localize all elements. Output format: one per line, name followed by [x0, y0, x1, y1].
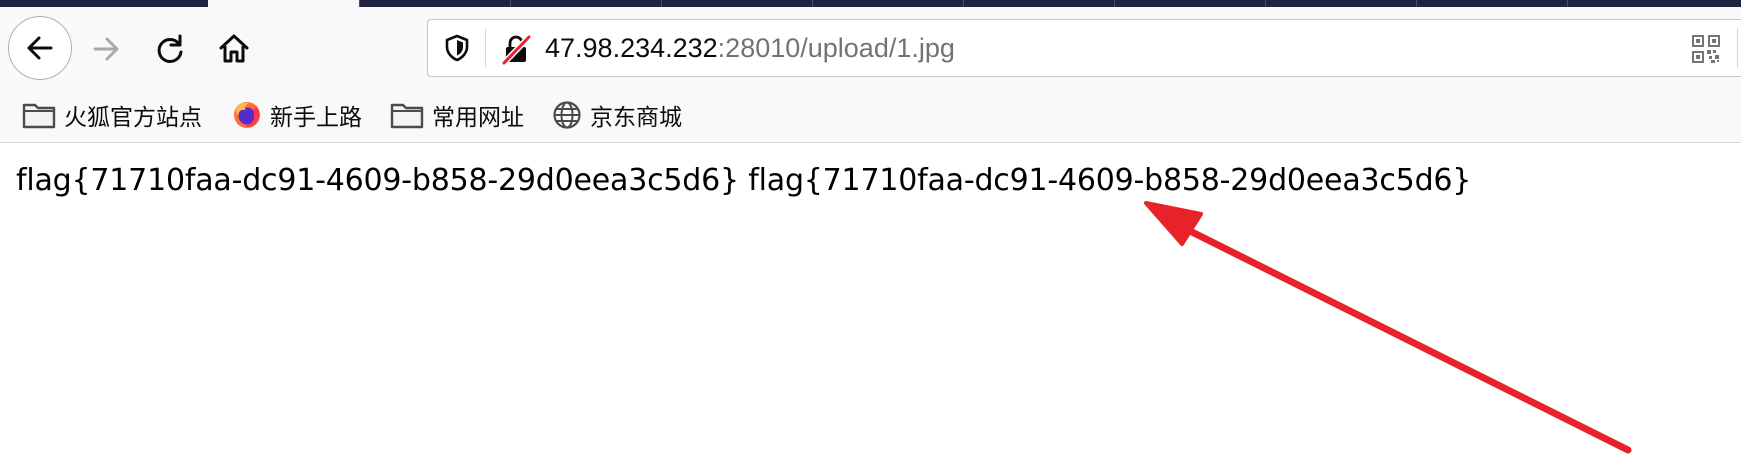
nav-toolbar: 47.98.234.232:28010/upload/1.jpg — [0, 7, 1741, 88]
url-separator — [485, 28, 486, 68]
bookmark-label: 新手上路 — [270, 105, 362, 131]
bookmark-jd-mall[interactable]: 京东商城 — [552, 98, 682, 132]
bookmark-folder-firefox-official[interactable]: 火狐官方站点 — [22, 98, 202, 132]
page-flag-text: flag{71710faa-dc91-4609-b858-29d0eea3c5d… — [16, 163, 1472, 198]
reload-button[interactable] — [150, 29, 190, 69]
tab-separator — [661, 0, 662, 7]
back-button[interactable] — [8, 16, 72, 80]
bookmark-label: 常用网址 — [432, 105, 524, 131]
tab-separator — [510, 0, 511, 7]
tab-separator — [812, 0, 813, 7]
forward-button[interactable] — [86, 29, 126, 69]
folder-icon — [390, 103, 424, 129]
bookmark-label: 火狐官方站点 — [64, 105, 202, 131]
shield-icon[interactable] — [442, 33, 472, 63]
bookmark-getting-started[interactable]: 新手上路 — [232, 98, 362, 132]
bookmark-label: 京东商城 — [590, 105, 682, 131]
arrow-right-icon — [93, 37, 119, 61]
home-button[interactable] — [214, 29, 254, 69]
insecure-lock-icon[interactable] — [500, 33, 532, 65]
reload-icon — [157, 34, 183, 63]
url-host: 47.98.234.232 — [545, 33, 718, 63]
bookmarks-toolbar: 火狐官方站点 新手上路 常用网址 京东商城 — [0, 88, 1741, 143]
url-bar[interactable]: 47.98.234.232:28010/upload/1.jpg — [427, 19, 1741, 77]
firefox-icon — [234, 102, 260, 128]
tab-separator — [1416, 0, 1417, 7]
qr-code-icon[interactable] — [1691, 34, 1721, 64]
url-text[interactable]: 47.98.234.232:28010/upload/1.jpg — [545, 32, 955, 64]
tab-separator — [963, 0, 964, 7]
tab-active[interactable] — [208, 0, 359, 7]
tab-separator — [1567, 0, 1568, 7]
folder-icon — [22, 103, 56, 129]
globe-icon — [553, 101, 581, 129]
tab-separator — [1114, 0, 1115, 7]
arrow-left-icon — [27, 36, 53, 60]
tab-strip — [0, 0, 1741, 7]
tab-separator — [1265, 0, 1266, 7]
home-icon — [219, 34, 249, 63]
tab-separator — [359, 0, 360, 7]
url-right-separator — [1737, 28, 1738, 68]
url-path: :28010/upload/1.jpg — [717, 33, 955, 63]
page-content: flag{71710faa-dc91-4609-b858-29d0eea3c5d… — [0, 143, 1741, 465]
bookmark-folder-common-sites[interactable]: 常用网址 — [390, 98, 524, 132]
